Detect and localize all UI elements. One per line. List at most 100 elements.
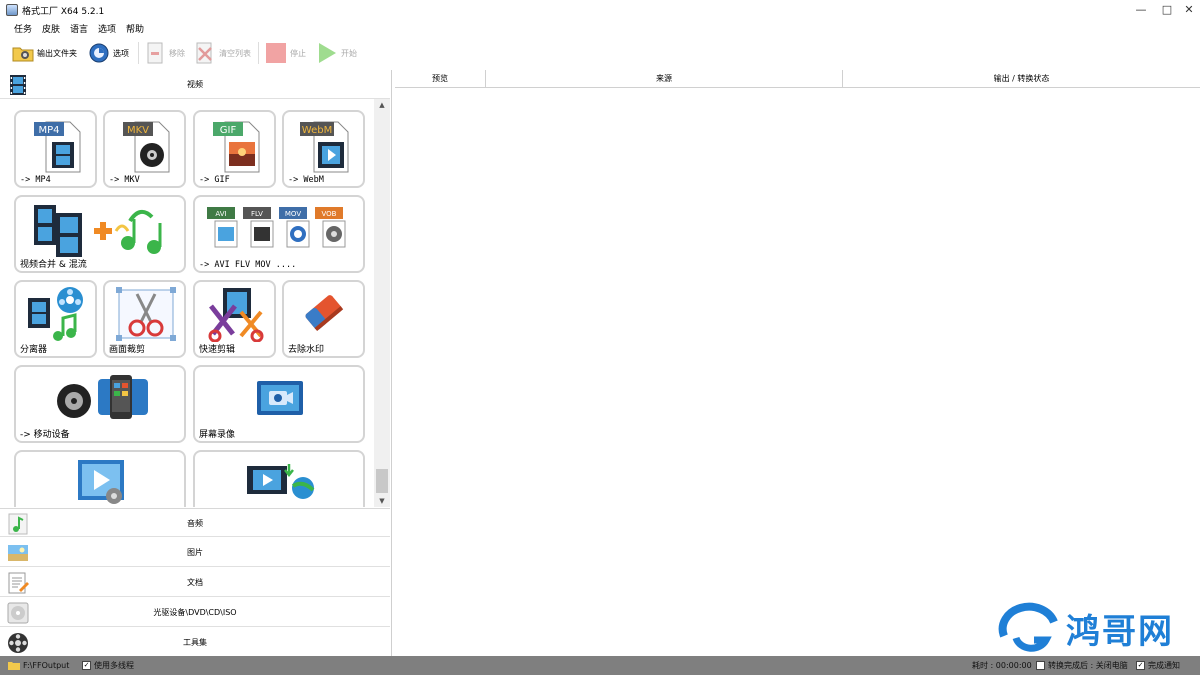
elapsed-time: 耗时 : 00:00:00 <box>972 660 1032 671</box>
remove-button[interactable]: 移除 <box>144 40 185 66</box>
category-document[interactable]: 文档 <box>0 568 390 597</box>
quick-cut-icon <box>208 288 264 342</box>
tile-mkv[interactable]: MKV -> MKV <box>103 110 186 188</box>
webm-badge: WebM <box>302 125 332 136</box>
tile-remove-watermark[interactable]: 去除水印 <box>282 280 365 358</box>
category-label: 文档 <box>187 578 203 587</box>
menu-language[interactable]: 语言 <box>70 22 88 35</box>
stop-button[interactable]: 停止 <box>265 40 306 66</box>
tile-webm[interactable]: WebM -> WebM <box>282 110 365 188</box>
tile-label: -> 移动设备 <box>20 430 70 440</box>
tile-video-download[interactable] <box>193 450 365 507</box>
category-label: 视频 <box>187 80 203 89</box>
category-label: 工具集 <box>183 638 207 647</box>
remove-icon <box>144 42 166 64</box>
crop-scissors-icon <box>116 287 176 341</box>
maximize-button[interactable]: □ <box>1156 2 1178 18</box>
mobile-device-icon <box>57 375 148 419</box>
title-bar: 格式工厂 X64 5.2.1 — □ ✕ <box>0 0 1200 20</box>
after-convert-text: 转换完成后 : 关闭电脑 <box>1048 661 1128 670</box>
gear-icon <box>88 42 110 64</box>
watermark-text: 鸿哥网 <box>1066 612 1174 652</box>
output-path[interactable]: F:\FFOutput <box>8 660 69 670</box>
tile-mp4[interactable]: MP4 -> MP4 <box>14 110 97 188</box>
tile-screen-record[interactable]: 屏幕录像 <box>193 365 365 443</box>
close-button[interactable]: ✕ <box>1178 2 1200 18</box>
tile-merge-mux[interactable]: 视频合并 & 混流 <box>14 195 186 273</box>
mkv-badge: MKV <box>127 125 149 136</box>
start-button[interactable]: 开始 <box>316 40 357 66</box>
category-scrollbar[interactable]: ▲ ▼ <box>374 99 390 507</box>
category-video[interactable]: 视频 <box>0 70 390 99</box>
watermark-logo: 鸿哥网 <box>996 602 1196 660</box>
webm-file-icon: WebM <box>300 121 349 173</box>
toolbar-divider <box>138 42 139 64</box>
category-panel: 视频 MP4 -> MP4 MKV -> MKV GIF -> GIF WebM… <box>0 70 392 657</box>
options-label: 选项 <box>113 48 129 58</box>
output-path-text: F:\FFOutput <box>23 660 70 670</box>
tile-multi-format[interactable]: AVI FLV MOV VOB -> AVI FLV MOV .... <box>193 195 365 273</box>
tile-mobile-device[interactable]: -> 移动设备 <box>14 365 186 443</box>
category-disc[interactable]: 光驱设备\DVD\CD\ISO <box>0 598 390 627</box>
toolbar: 输出文件夹 选项 移除 清空列表 停止 开始 <box>0 36 1200 70</box>
tile-crop[interactable]: 画面裁剪 <box>103 280 186 358</box>
folder-icon <box>8 662 20 670</box>
remove-label: 移除 <box>169 48 185 58</box>
category-image[interactable]: 图片 <box>0 538 390 567</box>
menu-skin[interactable]: 皮肤 <box>42 22 60 35</box>
tile-quick-cut[interactable]: 快速剪辑 <box>193 280 276 358</box>
notify-label: 完成通知 <box>1148 661 1180 670</box>
checkbox-checked-icon: ✓ <box>1136 661 1145 670</box>
minimize-button[interactable]: — <box>1130 2 1152 18</box>
tile-gif[interactable]: GIF -> GIF <box>193 110 276 188</box>
notify-checkbox[interactable]: ✓ 完成通知 <box>1136 660 1180 671</box>
tile-splitter[interactable]: 分离器 <box>14 280 97 358</box>
menu-options[interactable]: 选项 <box>98 22 116 35</box>
watermark-swirl-icon <box>998 602 1058 652</box>
scroll-down-icon[interactable]: ▼ <box>374 495 390 507</box>
mp4-file-icon: MP4 <box>34 121 81 173</box>
merge-icon <box>34 205 162 257</box>
status-bar: F:\FFOutput ✓ 使用多线程 耗时 : 00:00:00 转换完成后 … <box>0 656 1200 675</box>
options-button[interactable]: 选项 <box>88 40 129 66</box>
folder-icon <box>12 42 34 64</box>
checkbox-icon <box>1036 661 1045 670</box>
video-player-icon <box>78 460 124 504</box>
multi-badge-flv: FLV <box>251 210 263 218</box>
category-label: 音频 <box>187 519 203 528</box>
tile-label: 屏幕录像 <box>199 430 236 440</box>
eraser-icon <box>305 295 344 332</box>
multi-badge-mov: MOV <box>285 210 301 218</box>
menu-help[interactable]: 帮助 <box>126 22 144 35</box>
stop-icon <box>265 42 287 64</box>
scroll-up-icon[interactable]: ▲ <box>374 99 390 111</box>
multi-format-icon: AVI FLV MOV VOB <box>207 207 346 248</box>
multithread-checkbox[interactable]: ✓ 使用多线程 <box>82 660 134 671</box>
tile-label: 分离器 <box>20 345 48 355</box>
output-folder-label: 输出文件夹 <box>37 48 77 58</box>
menu-bar: 任务 皮肤 语言 选项 帮助 <box>0 20 1200 36</box>
scroll-thumb[interactable] <box>376 469 388 493</box>
checkbox-checked-icon: ✓ <box>82 661 91 670</box>
app-icon <box>6 4 18 16</box>
tile-video-player[interactable] <box>14 450 186 507</box>
clear-list-icon <box>194 42 216 64</box>
output-folder-button[interactable]: 输出文件夹 <box>12 40 77 66</box>
gif-badge: GIF <box>220 125 237 136</box>
tile-label: 视频合并 & 混流 <box>20 260 87 270</box>
column-preview[interactable]: 预览 <box>395 70 486 88</box>
screen-record-icon <box>257 381 303 415</box>
menu-task[interactable]: 任务 <box>14 22 32 35</box>
splitter-icon <box>28 287 83 341</box>
after-convert-action[interactable]: 转换完成后 : 关闭电脑 <box>1036 660 1128 671</box>
gif-file-icon: GIF <box>213 121 260 173</box>
column-output-status[interactable]: 输出 / 转换状态 <box>843 70 1200 88</box>
mp4-badge: MP4 <box>38 125 59 136</box>
category-tools[interactable]: 工具集 <box>0 628 390 657</box>
clear-list-label: 清空列表 <box>219 48 251 58</box>
tile-label: 快速剪辑 <box>199 345 236 355</box>
tile-label: -> MP4 <box>20 175 51 185</box>
category-audio[interactable]: 音频 <box>0 508 390 537</box>
column-source[interactable]: 来源 <box>486 70 843 88</box>
clear-list-button[interactable]: 清空列表 <box>194 40 251 66</box>
